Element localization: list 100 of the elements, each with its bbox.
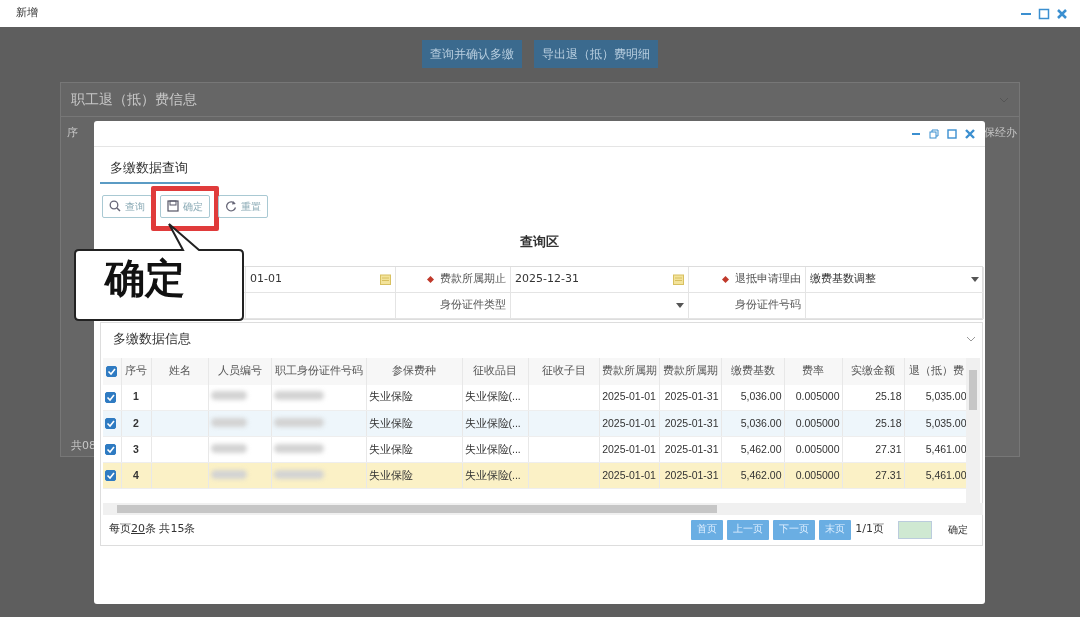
refresh-icon [225, 200, 237, 213]
blurred-text [210, 443, 247, 453]
column-header: 费款所属期 [662, 364, 718, 377]
checkbox[interactable] [105, 418, 116, 430]
table-cell: 失业保险 [368, 468, 413, 481]
checkbox[interactable] [105, 444, 116, 456]
table-cell: 2025-01-01 [602, 416, 656, 429]
table-cell: 2 [133, 416, 139, 429]
maximize-icon[interactable] [1038, 7, 1050, 20]
page-input[interactable] [898, 520, 932, 539]
toolbar-button[interactable]: 查询并确认多缴 [422, 40, 522, 68]
column-header: 序号 [125, 364, 147, 377]
column-header: 退（抵）费 [909, 364, 964, 377]
field-label: 费款所属期止 [440, 270, 506, 287]
table-cell: 失业保险(... [464, 390, 521, 403]
scrollbar[interactable] [103, 502, 983, 515]
table-cell: 2025-01-31 [664, 468, 719, 481]
table-cell: 3 [133, 442, 139, 455]
page-info: 1/1页 [855, 521, 884, 538]
search-icon [109, 200, 121, 213]
table-cell: 2025-01-31 [664, 390, 719, 403]
section-title: 多缴数据信息 [113, 329, 191, 348]
panel-title: 职工退（抵）费信息 [71, 90, 197, 109]
table-cell: 25.18 [875, 416, 902, 429]
required-icon [722, 275, 729, 283]
checkbox[interactable] [105, 392, 116, 404]
caret-icon [676, 302, 684, 308]
table-cell: 1 [133, 390, 139, 403]
table-cell: 25.18 [875, 390, 902, 403]
table-cell: 5,035.00 [925, 390, 967, 403]
blurred-text [210, 469, 247, 479]
restore-icon[interactable] [929, 128, 939, 139]
field-label: 身份证件类型 [440, 296, 506, 313]
column-header: 姓名 [168, 364, 191, 377]
table-cell: 4 [133, 468, 139, 481]
table-cell: 27.31 [875, 442, 902, 455]
table-cell: 5,461.00 [925, 468, 967, 481]
blurred-text [273, 469, 324, 479]
dropdown-field[interactable]: 缴费基数调整 [806, 266, 984, 293]
column-header: 参保费种 [392, 364, 436, 377]
table-cell: 2025-01-01 [602, 390, 656, 403]
checkbox[interactable] [105, 470, 116, 482]
table-cell: 失业保险(... [464, 416, 521, 429]
close-icon[interactable] [965, 128, 975, 139]
calendar-icon[interactable] [673, 273, 684, 285]
column-header: 征收品目 [473, 364, 517, 377]
toolbar-button[interactable]: 导出退（抵）费明细 [534, 40, 658, 68]
caret-icon [971, 276, 979, 282]
go-button[interactable]: 确定 [948, 522, 968, 537]
field-label: 退抵申请理由 [735, 270, 801, 287]
chevron-icon[interactable] [966, 335, 976, 342]
checkbox[interactable] [106, 365, 118, 377]
table-cell: 2025-01-01 [602, 442, 656, 455]
table-cell: 5,462.00 [740, 468, 782, 481]
blurred-text [273, 391, 324, 401]
table-cell: 2025-01-31 [664, 442, 719, 455]
required-icon [427, 275, 434, 283]
blurred-text [273, 417, 324, 427]
tab[interactable]: 多缴数据查询 [100, 147, 200, 184]
table-cell: 0.005000 [795, 442, 840, 455]
column-header: 序 [67, 125, 78, 141]
table-cell: 27.31 [875, 468, 902, 481]
section-title: 查询区 [519, 232, 560, 251]
calendar-icon[interactable] [380, 273, 391, 285]
input-field[interactable] [246, 292, 396, 319]
blurred-text [210, 417, 247, 427]
table-cell: 5,461.00 [925, 442, 967, 455]
column-header: 职工身份证件号码 [274, 364, 363, 377]
window-title: 新增 [16, 5, 38, 22]
table-row[interactable]: 3 失业保险 失业保险(... 2025-01-01 2025-01-31 5,462.00 0.005000 27.31 5,461.00 [103, 436, 967, 463]
blurred-text [210, 391, 247, 401]
close-icon[interactable] [1056, 7, 1068, 20]
column-header: 征收子目 [541, 364, 586, 377]
table-cell: 失业保险 [368, 442, 413, 455]
maximize-icon[interactable] [947, 128, 957, 139]
callout-text: 确定 [105, 258, 185, 298]
scrollbar[interactable] [966, 357, 980, 503]
save-icon [167, 200, 179, 213]
table-cell: 失业保险 [368, 416, 413, 429]
table-cell: 5,036.00 [740, 416, 782, 429]
column-header: 保经办 [984, 125, 1017, 141]
table-cell: 0.005000 [795, 390, 840, 403]
table-cell: 0.005000 [795, 468, 840, 481]
blurred-text [273, 443, 324, 453]
table-cell: 失业保险(... [464, 442, 521, 455]
table-cell: 失业保险(... [464, 468, 521, 481]
input-field[interactable]: 2025-12-31 [511, 266, 689, 293]
pagination-text: 每页20条 共15条 [109, 521, 196, 538]
table-row[interactable]: 4 失业保险 失业保险(... 2025-01-01 2025-01-31 5,462.00 0.005000 27.31 5,461.00 [103, 462, 967, 489]
input-field[interactable]: 01-01 [246, 266, 396, 293]
table-cell: 5,035.00 [925, 416, 967, 429]
table-row[interactable]: 1 失业保险 失业保险(... 2025-01-01 2025-01-31 5,036.00 0.005000 25.18 5,035.00 [103, 384, 967, 411]
input-field[interactable] [806, 292, 984, 319]
column-header: 缴费基数 [730, 364, 775, 377]
table-cell: 失业保险 [368, 390, 413, 403]
table-row[interactable]: 2 失业保险 失业保险(... 2025-01-01 2025-01-31 5,036.00 0.005000 25.18 5,035.00 [103, 410, 967, 437]
dropdown-field[interactable] [511, 292, 689, 319]
table-cell: 0.005000 [795, 416, 840, 429]
field-label: 身份证件号码 [735, 296, 801, 313]
column-header: 费率 [802, 364, 824, 377]
